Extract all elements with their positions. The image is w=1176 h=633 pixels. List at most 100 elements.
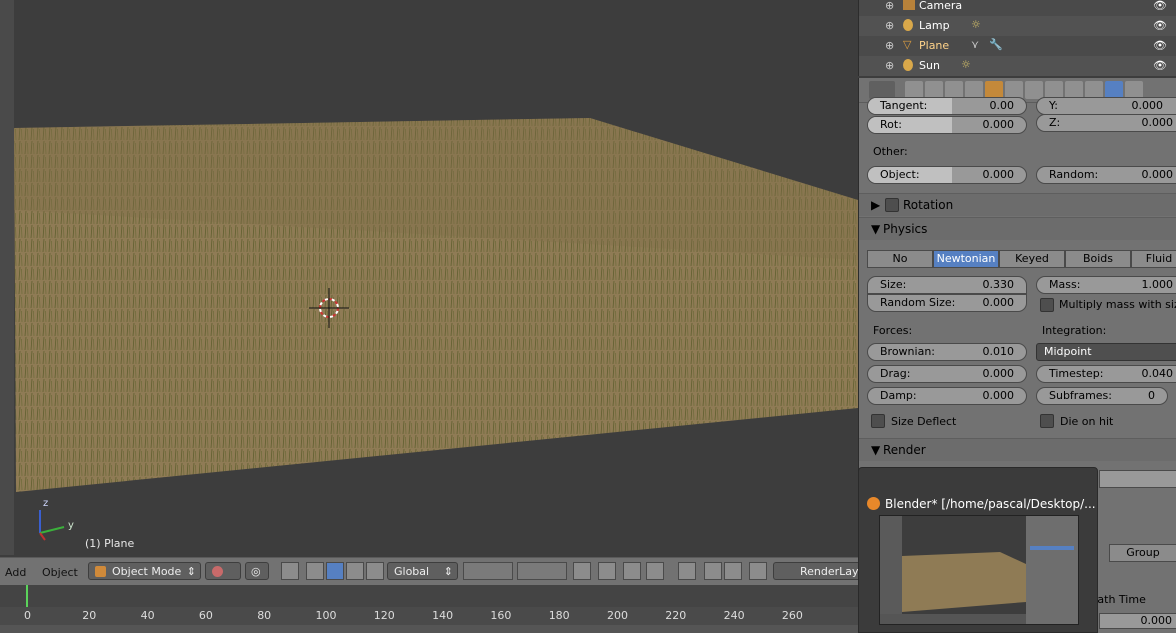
window-preview-tooltip[interactable]: Blender* [/home/pascal/Desktop/... <box>858 467 1098 633</box>
integration-select[interactable]: Midpoint <box>1036 343 1176 361</box>
rotation-panel-header[interactable]: ▶ Rotation <box>859 193 1176 216</box>
translate-manipulator-button[interactable] <box>326 562 344 580</box>
pivot-select[interactable]: ◎ <box>245 562 269 580</box>
rotate-manipulator-button[interactable] <box>346 562 364 580</box>
snap-toggle-button[interactable] <box>623 562 641 580</box>
mass-field[interactable]: Mass: 1.000 <box>1036 276 1176 294</box>
expand-icon[interactable]: ⊕ <box>885 19 894 32</box>
expanded-triangle-icon: ▼ <box>871 222 881 236</box>
render-opengl-button[interactable] <box>704 562 722 580</box>
group-button[interactable]: Group <box>1109 544 1176 562</box>
other-label: Other: <box>873 145 908 158</box>
timestep-label: Timestep: <box>1049 367 1104 380</box>
physics-panel-header[interactable]: ▼ Physics <box>859 217 1176 240</box>
outliner-row-plane[interactable]: ⊕ ▽ Plane ⋎ 🔧 👁 <box>859 36 1176 56</box>
y-field[interactable]: Y: 0.000 <box>1036 97 1176 115</box>
expand-icon[interactable]: ⊕ <box>885 39 894 52</box>
timeline-tick-label: 160 <box>490 609 512 622</box>
collapsed-triangle-icon: ▶ <box>871 198 881 212</box>
random-label: Random: <box>1049 168 1099 181</box>
z-value: 0.000 <box>1141 116 1174 129</box>
pause-icon[interactable] <box>749 562 767 580</box>
z-field[interactable]: Z: 0.000 <box>1036 114 1176 132</box>
die-on-hit-checkbox[interactable] <box>1040 414 1054 428</box>
physics-type-no[interactable]: No <box>867 250 933 268</box>
outliner-row-camera[interactable]: ⊕ Camera 👁 <box>859 0 1176 16</box>
forces-label: Forces: <box>873 324 913 337</box>
outliner-item-label: Camera <box>919 0 963 12</box>
tangent-field[interactable]: Tangent: 0.00 <box>867 97 1027 115</box>
render-object-field[interactable] <box>1099 470 1176 488</box>
damp-field[interactable]: Damp: 0.000 <box>867 387 1027 405</box>
random-size-field[interactable]: Random Size: 0.000 <box>867 294 1027 312</box>
outliner: ⊕ Camera 👁 ⊕ Lamp ☼ 👁 ⊕ ▽ Plane ⋎ 🔧 👁 ⊕ … <box>858 0 1176 76</box>
integration-label: Integration: <box>1042 324 1107 337</box>
render-animation-button[interactable] <box>724 562 742 580</box>
physics-type-boids[interactable]: Boids <box>1065 250 1131 268</box>
render-layer-select[interactable]: RenderLaye <box>773 562 865 580</box>
timeline-tick-label: 140 <box>432 609 454 622</box>
3d-viewport[interactable]: z y (1) Plane <box>0 0 858 555</box>
scene-layers-grid-2[interactable] <box>517 562 567 580</box>
expand-icon[interactable]: ⊕ <box>885 0 894 12</box>
snap-target-button[interactable] <box>678 562 696 580</box>
drag-value: 0.000 <box>982 367 1015 380</box>
drag-label: Drag: <box>880 367 911 380</box>
viewport-shading-select[interactable] <box>205 562 241 580</box>
size-deflect-label: Size Deflect <box>891 415 957 428</box>
size-deflect-checkbox[interactable] <box>871 414 885 428</box>
render-section-title: Render <box>883 443 926 457</box>
manipulator-toggle-button[interactable] <box>306 562 324 580</box>
rotation-checkbox[interactable] <box>885 198 899 212</box>
integration-value: Midpoint <box>1044 345 1092 358</box>
modifier-wrench-icon: 🔧 <box>989 38 1003 51</box>
rot-field[interactable]: Rot: 0.000 <box>867 116 1027 134</box>
physics-type-keyed[interactable]: Keyed <box>999 250 1065 268</box>
visibility-eye-icon[interactable]: 👁 <box>1153 0 1167 12</box>
timeline-tick-label: 260 <box>781 609 803 622</box>
timeline-scrollbar[interactable] <box>0 625 858 633</box>
outliner-item-label: Sun <box>919 59 940 72</box>
size-field[interactable]: Size: 0.330 <box>867 276 1027 294</box>
modifiers-tab[interactable] <box>1025 81 1043 99</box>
proportional-edit-button[interactable] <box>598 562 616 580</box>
path-time-field[interactable]: 0.000 <box>1099 613 1176 629</box>
menu-object[interactable]: Object <box>42 566 78 579</box>
timeline[interactable]: 0 20 40 60 80 100 120 140 160 180 200 220 240 260 <box>0 585 858 633</box>
physics-type-newtonian[interactable]: Newtonian <box>933 250 999 268</box>
visibility-eye-icon[interactable]: 👁 <box>1153 19 1167 32</box>
timeline-tick-label: 100 <box>315 609 337 622</box>
subframes-field[interactable]: Subframes: 0 <box>1036 387 1168 405</box>
object-field[interactable]: Object: 0.000 <box>867 166 1027 184</box>
lock-layers-button[interactable] <box>573 562 591 580</box>
visibility-eye-icon[interactable]: 👁 <box>1153 39 1167 52</box>
damp-value: 0.000 <box>982 389 1015 402</box>
mode-select[interactable]: Object Mode ⇕ <box>88 562 201 580</box>
timeline-track[interactable] <box>0 585 858 607</box>
render-panel-header[interactable]: ▼ Render <box>859 438 1176 461</box>
menu-add[interactable]: Add <box>5 566 26 579</box>
visibility-eye-icon[interactable]: 👁 <box>1153 59 1167 72</box>
timeline-tick-label: 20 <box>82 609 97 622</box>
random-field[interactable]: Random: 0.000 <box>1036 166 1176 184</box>
scene-layers-grid[interactable] <box>463 562 513 580</box>
brownian-field[interactable]: Brownian: 0.010 <box>867 343 1027 361</box>
mass-value: 1.000 <box>1141 278 1174 291</box>
blender-logo-icon <box>867 497 880 510</box>
snap-element-button[interactable] <box>646 562 664 580</box>
outliner-row-lamp[interactable]: ⊕ Lamp ☼ 👁 <box>859 16 1176 36</box>
multiply-mass-checkbox[interactable] <box>1040 298 1054 312</box>
transform-orientation-select[interactable]: Global ⇕ <box>387 562 458 580</box>
outliner-row-sun[interactable]: ⊕ Sun ☼ 👁 <box>859 56 1176 76</box>
layer-toggle-button[interactable] <box>281 562 299 580</box>
window-thumbnail[interactable] <box>879 515 1079 625</box>
current-frame-marker[interactable] <box>26 585 28 607</box>
physics-type-fluid[interactable]: Fluid <box>1131 250 1176 268</box>
timestep-field[interactable]: Timestep: 0.040 <box>1036 365 1176 383</box>
active-object-label: (1) Plane <box>85 537 135 550</box>
scale-manipulator-button[interactable] <box>366 562 384 580</box>
expand-icon[interactable]: ⊕ <box>885 59 894 72</box>
drag-field[interactable]: Drag: 0.000 <box>867 365 1027 383</box>
mesh-data-icon: ⋎ <box>971 38 980 51</box>
lamp-icon <box>903 19 913 31</box>
